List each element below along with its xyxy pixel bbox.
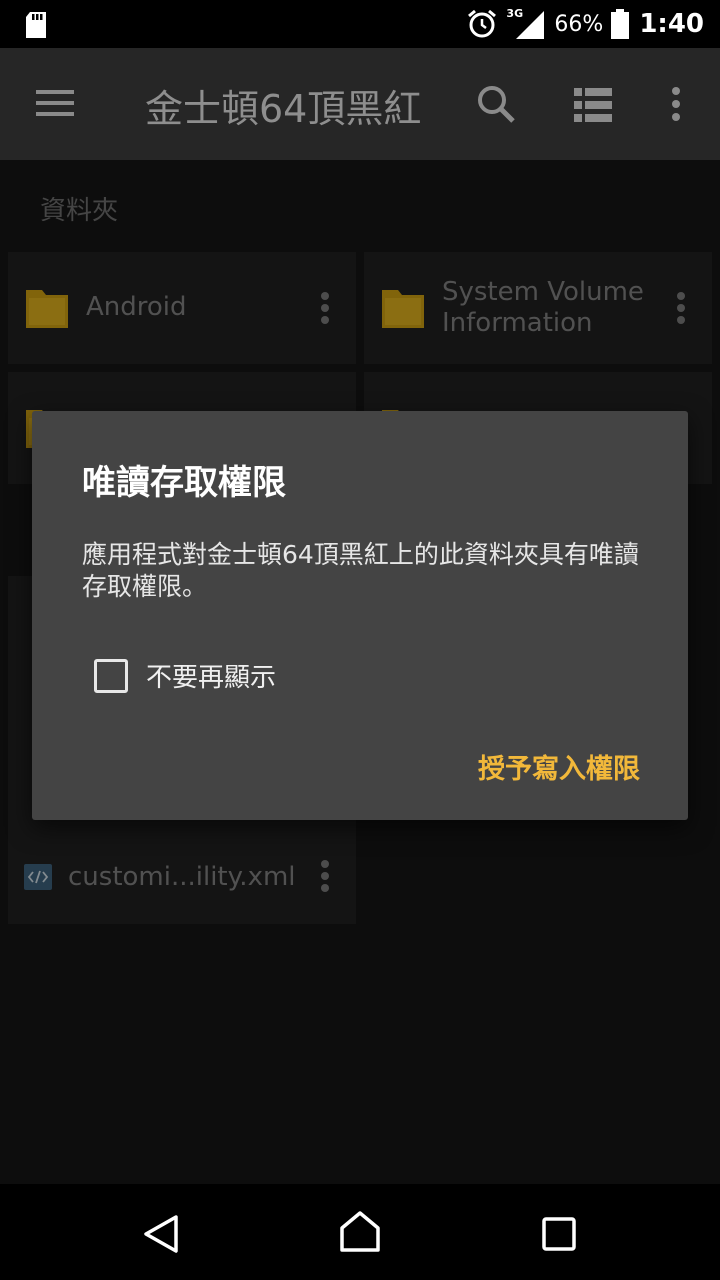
toolbar-title: 金士頓64頂黑紅 (145, 87, 422, 131)
dialog-title: 唯讀存取權限 (82, 463, 286, 503)
list-view-icon[interactable] (574, 88, 612, 122)
home-icon[interactable] (338, 1210, 382, 1252)
dont-show-again-label[interactable]: 不要再顯示 (146, 657, 276, 694)
navigation-bar (0, 1184, 720, 1280)
battery-icon (611, 9, 630, 39)
dialog-message: 應用程式對金士頓64頂黑紅上的此資料夾具有唯讀存取權限。 (82, 540, 639, 601)
back-icon[interactable] (142, 1214, 180, 1254)
app-bar: 金士頓64頂黑紅 (0, 48, 720, 160)
battery-percent: 66% (554, 11, 604, 37)
signal-indicator: 3G (506, 7, 546, 39)
grant-write-access-button[interactable]: 授予寫入權限 (478, 747, 640, 786)
alarm-icon (468, 9, 497, 38)
menu-icon[interactable] (36, 88, 76, 118)
recent-apps-icon[interactable] (542, 1217, 576, 1251)
more-options-icon[interactable] (670, 86, 682, 122)
clock: 1:40 (639, 9, 704, 39)
dont-show-again-checkbox[interactable] (94, 658, 128, 693)
search-icon[interactable] (476, 84, 516, 124)
status-bar: 3G 66% 1:40 (0, 0, 720, 48)
signal-icon (516, 11, 545, 39)
read-only-access-dialog: 唯讀存取權限 應用程式對金士頓64頂黑紅上的此資料夾具有唯讀存取權限。 不要再顯… (32, 411, 688, 820)
sd-card-icon (26, 12, 46, 38)
dont-show-again-option[interactable]: 不要再顯示 (94, 657, 276, 694)
